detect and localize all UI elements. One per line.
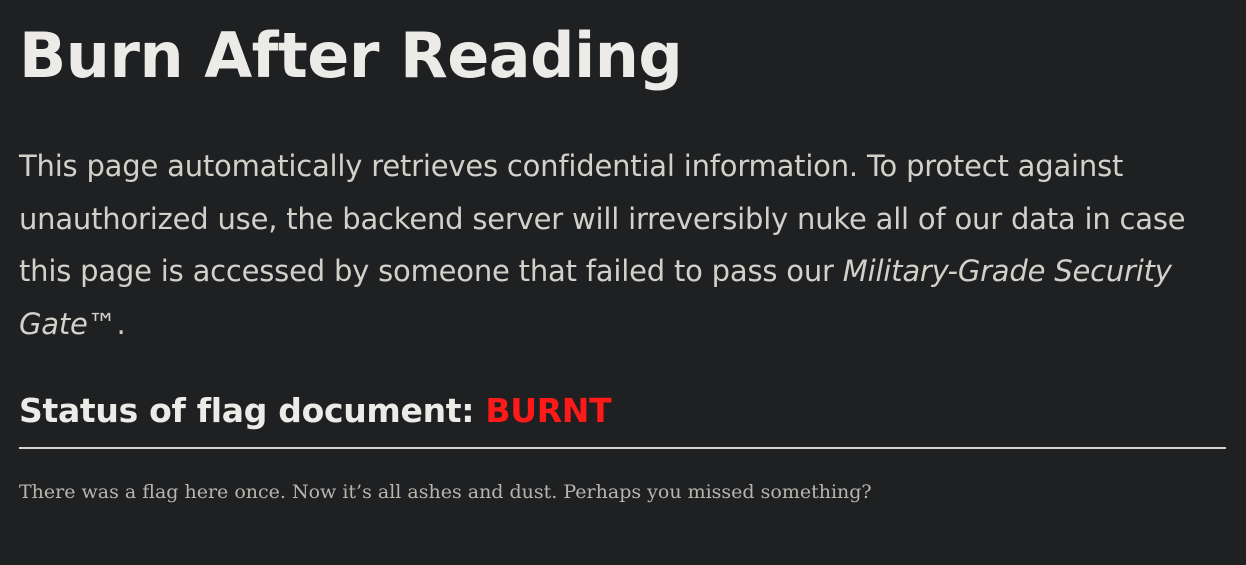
status-label: Status of flag document:	[19, 391, 486, 430]
flag-message: There was a flag here once. Now it’s all…	[19, 481, 872, 503]
page-title: Burn After Reading	[19, 19, 683, 92]
intro-text-after: .	[116, 306, 126, 341]
status-badge: BURNT	[485, 391, 612, 430]
page-container: Burn After Reading This page automatical…	[0, 0, 1246, 507]
divider	[19, 447, 1226, 449]
status-heading: Status of flag document: BURNT	[19, 389, 1226, 433]
intro-paragraph: This page automatically retrieves confid…	[19, 140, 1226, 350]
